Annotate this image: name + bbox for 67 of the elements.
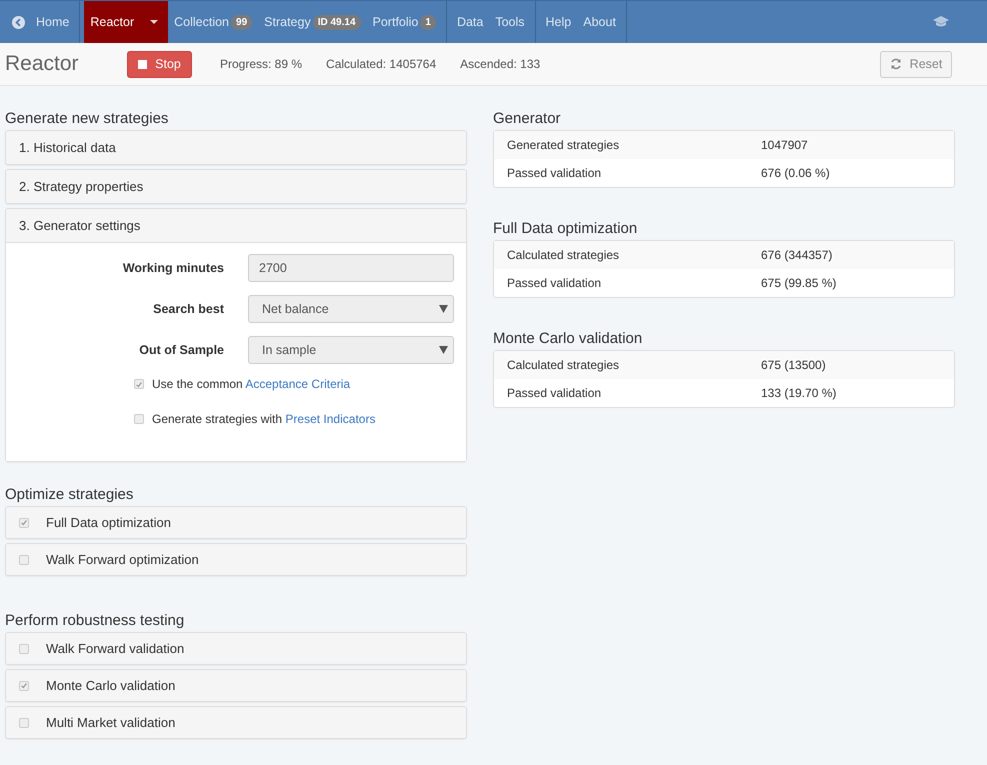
table-cell-text: Passed validation (507, 276, 602, 290)
field-label: Working minutes (122, 261, 224, 275)
nav-link[interactable]: Reactor (84, 1, 168, 43)
panel-header[interactable]: 2. Strategy properties (6, 170, 466, 203)
checked-checkbox[interactable] (19, 680, 29, 690)
table-cell: 675 (99.85 %) (761, 276, 836, 290)
checkbox[interactable] (19, 644, 29, 654)
option-label: Walk Forward optimization (46, 552, 199, 567)
dropdown-arrow-icon (439, 346, 448, 354)
nav-link[interactable]: Tools (489, 1, 531, 43)
panel-header[interactable]: 1. Historical data (6, 131, 466, 164)
table-cell-text: Calculated strategies (507, 248, 620, 262)
nav-link[interactable]: About (577, 1, 622, 43)
count-badge: 99 (231, 14, 252, 30)
status-text: Calculated: 1405764 (326, 57, 436, 71)
field-label: Search best (152, 302, 224, 316)
reset-button[interactable]: Reset (880, 50, 952, 78)
criteria-link[interactable]: Preset Indicators (285, 412, 376, 426)
stop-icon (138, 60, 148, 68)
table-cell: 675 (13500) (761, 358, 826, 372)
table-cell-text: Passed validation (507, 386, 602, 400)
section-heading: Full Data optimization (493, 220, 638, 237)
option-text: Generate strategies with Preset Indicators (152, 412, 376, 426)
nav-link[interactable]: Strategy ID 49.14 (258, 1, 367, 43)
section-heading: Optimize strategies (5, 486, 134, 503)
option-label: Monte Carlo validation (46, 678, 176, 693)
nav-link[interactable]: Help (540, 1, 578, 43)
section-heading: Monte Carlo validation (493, 330, 644, 347)
table-cell: 1047907 (761, 138, 808, 152)
criteria-link[interactable]: Acceptance Criteria (245, 377, 350, 391)
status-text: Progress: 89 % (220, 57, 302, 71)
table-cell-text: Generated strategies (507, 138, 620, 152)
input-field[interactable]: 2700 (248, 254, 454, 282)
table-cell-text: Passed validation (507, 166, 602, 180)
checkbox[interactable] (19, 554, 29, 564)
option-label: Walk Forward validation (46, 641, 184, 656)
section-heading: Generator (493, 110, 562, 127)
stop-button[interactable]: Stop (127, 50, 192, 78)
refresh-icon (890, 58, 902, 70)
nav-link[interactable]: Portfolio 1 (366, 1, 442, 43)
checkbox[interactable] (19, 718, 29, 728)
nav-link[interactable]: Data (450, 1, 490, 43)
option-text: Use the common Acceptance Criteria (152, 377, 350, 391)
table-cell: 133 (19.70 %) (761, 386, 836, 400)
section-heading: Generate new strategies (5, 110, 170, 127)
page-title: Reactor (5, 52, 80, 76)
nav-link[interactable]: Collection 99 (168, 1, 258, 43)
status-text: Ascended: 133 (460, 57, 540, 71)
table-cell: 676 (0.06 %) (761, 166, 830, 180)
dropdown-arrow-icon (439, 305, 448, 313)
field-label: Out of Sample (138, 343, 224, 357)
checked-checkbox[interactable] (134, 379, 144, 389)
count-badge: 1 (420, 14, 436, 30)
table-cell-text: Calculated strategies (507, 358, 620, 372)
option-label: Full Data optimization (46, 515, 171, 530)
nav-link[interactable]: Home (6, 1, 76, 43)
table-cell: 676 (344357) (761, 248, 832, 262)
dropdown-select[interactable]: In sample (248, 336, 454, 364)
dropdown-select[interactable]: Net balance (248, 295, 454, 323)
graduation-cap-icon[interactable] (933, 16, 949, 28)
count-badge: ID 49.14 (312, 14, 361, 30)
panel-header[interactable]: 3. Generator settings (6, 209, 466, 242)
checkbox[interactable] (134, 414, 144, 424)
checked-checkbox[interactable] (19, 518, 29, 528)
option-label: Multi Market validation (46, 715, 176, 730)
section-heading: Perform robustness testing (5, 612, 186, 629)
caret-icon (150, 20, 158, 24)
